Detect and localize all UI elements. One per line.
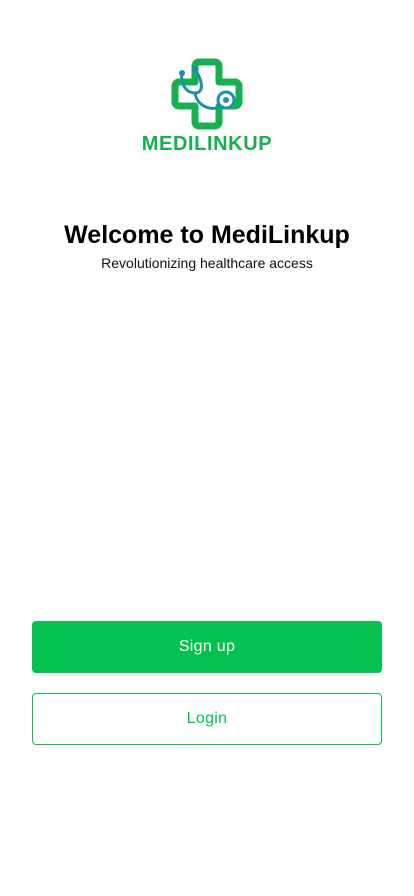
signup-button-label: Sign up xyxy=(178,638,236,655)
login-button-label: Login xyxy=(186,710,228,727)
signup-button[interactable]: Sign up xyxy=(32,621,382,673)
medical-cross-stethoscope-icon xyxy=(171,58,243,130)
brand-name: MEDILINKUP xyxy=(141,133,273,155)
app-logo: MEDILINKUP xyxy=(0,58,414,156)
welcome-title: Welcome to MediLinkup xyxy=(64,221,350,249)
welcome-subtitle: Revolutionizing healthcare access xyxy=(101,255,313,271)
welcome-section: Welcome to MediLinkup Revolutionizing he… xyxy=(0,219,414,273)
login-button[interactable]: Login xyxy=(32,693,382,745)
